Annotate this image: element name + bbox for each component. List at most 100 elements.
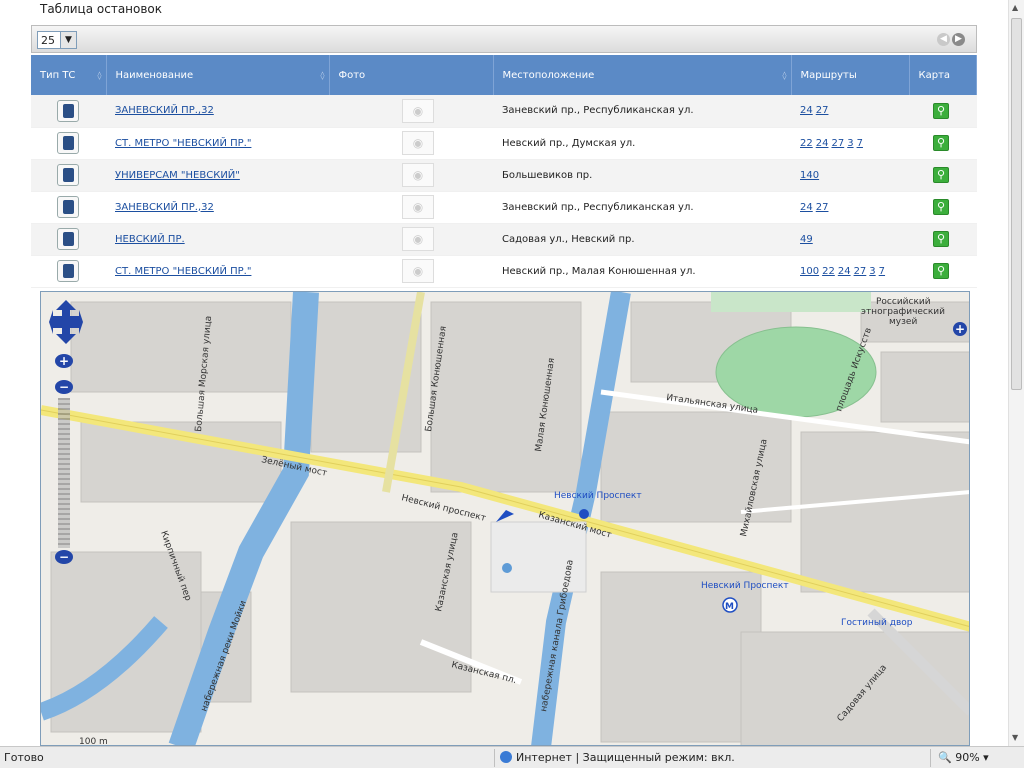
scrollbar-thumb[interactable] — [1011, 18, 1022, 390]
route-link[interactable]: 7 — [879, 266, 885, 277]
stop-name-link[interactable]: ЗАНЕВСКИЙ ПР.,32 — [115, 105, 214, 116]
bus-icon — [57, 228, 79, 250]
table-row: ЗАНЕВСКИЙ ПР.,32 ◉ Заневский пр., Республи… — [31, 191, 977, 224]
camera-icon[interactable]: ◉ — [402, 195, 434, 219]
bus-icon — [57, 164, 79, 186]
table-row: ЗАНЕВСКИЙ ПР.,32 ◉ Заневский пр., Республи… — [31, 95, 977, 128]
magnifier-icon: 🔍 — [938, 751, 952, 764]
zoom-level[interactable]: 🔍 90% ▾ — [938, 751, 989, 764]
stop-name-link[interactable]: НЕВСКИЙ ПР. — [115, 234, 185, 245]
column-header-location[interactable]: Местоположение ◊ — [493, 55, 792, 95]
zoom-out-mini-icon[interactable]: − — [55, 380, 73, 394]
route-link[interactable]: 7 — [857, 138, 863, 149]
route-link[interactable]: 49 — [800, 234, 813, 245]
header-label: Наименование — [115, 69, 194, 81]
scroll-up-icon[interactable]: ▲ — [1012, 3, 1018, 12]
location-cell: Большевиков пр. — [493, 159, 791, 192]
stop-name-link[interactable]: СТ. МЕТРО "НЕВСКИЙ ПР." — [115, 138, 251, 149]
security-zone-label: Интернет | Защищенный режим: вкл. — [516, 751, 735, 764]
route-link[interactable]: 24 — [800, 105, 813, 116]
route-link[interactable]: 3 — [847, 138, 853, 149]
map-label-metro-1: Невский Проспект — [554, 491, 642, 501]
map-search-icon[interactable]: ⚲ — [933, 231, 949, 247]
map-canvas[interactable]: M Невский проспект Казанский мост Зелёны… — [41, 292, 970, 746]
map-label-nevsky: Невский проспект — [400, 493, 487, 524]
camera-icon[interactable]: ◉ — [402, 227, 434, 251]
sort-icon: ◊ — [320, 71, 325, 80]
photo-cell: ◉ — [329, 191, 493, 224]
route-link[interactable]: 27 — [854, 266, 867, 277]
page: Таблица остановок 25 ▼ ◀ ▶ Тип ТС ◊ Наиме… — [0, 0, 1024, 768]
column-header-name[interactable]: Наименование ◊ — [106, 55, 330, 95]
route-link[interactable]: 27 — [831, 138, 844, 149]
route-link[interactable]: 24 — [838, 266, 851, 277]
status-divider — [930, 749, 931, 767]
arrow-right-icon[interactable]: ▶ — [952, 33, 965, 46]
camera-icon[interactable]: ◉ — [402, 259, 434, 283]
stop-name-link[interactable]: УНИВЕРСАМ "НЕВСКИЙ" — [115, 170, 240, 181]
route-link[interactable]: 24 — [816, 138, 829, 149]
header-label: Маршруты — [800, 69, 857, 81]
map-search-icon[interactable]: ⚲ — [933, 135, 949, 151]
name-cell: ЗАНЕВСКИЙ ПР.,32 — [106, 95, 329, 128]
zoom-slider[interactable] — [58, 398, 70, 548]
photo-cell: ◉ — [329, 255, 493, 288]
type-cell — [31, 255, 106, 288]
zoom-level-value: 90% — [955, 751, 980, 764]
name-cell: СТ. МЕТРО "НЕВСКИЙ ПР." — [106, 127, 329, 160]
page-size-select[interactable]: 25 ▼ — [37, 31, 77, 49]
photo-cell: ◉ — [329, 95, 493, 128]
map-label-museum-2: этнографический — [861, 307, 945, 317]
status-divider — [494, 749, 495, 767]
zoom-out-icon[interactable]: − — [55, 550, 73, 564]
route-link[interactable]: 22 — [822, 266, 835, 277]
map-search-icon[interactable]: ⚲ — [933, 263, 949, 279]
map-view[interactable]: M Невский проспект Казанский мост Зелёны… — [40, 291, 970, 746]
column-header-routes: Маршруты — [791, 55, 910, 95]
route-link[interactable]: 24 — [800, 202, 813, 213]
stop-name-link[interactable]: СТ. МЕТРО "НЕВСКИЙ ПР." — [115, 266, 251, 277]
route-link[interactable]: 27 — [816, 202, 829, 213]
stops-table: Тип ТС ◊ Наименование ◊ Фото Местоположени… — [31, 55, 977, 288]
map-pan-control[interactable] — [49, 300, 83, 344]
camera-icon[interactable]: ◉ — [402, 163, 434, 187]
routes-cell: 24 27 — [791, 191, 909, 224]
arrow-left-icon[interactable]: ◀ — [937, 33, 950, 46]
route-link[interactable]: 22 — [800, 138, 813, 149]
camera-icon[interactable]: ◉ — [402, 98, 434, 123]
stop-name-link[interactable]: ЗАНЕВСКИЙ ПР.,32 — [115, 202, 214, 213]
scroll-down-icon[interactable]: ▼ — [1012, 733, 1018, 742]
camera-icon[interactable]: ◉ — [402, 131, 434, 155]
column-header-type[interactable]: Тип ТС ◊ — [31, 55, 107, 95]
expand-icon[interactable]: + — [953, 322, 967, 336]
route-link[interactable]: 140 — [800, 170, 819, 181]
map-label-gostiny: Гостиный двор — [841, 618, 913, 628]
photo-cell: ◉ — [329, 159, 493, 192]
routes-cell: 140 — [791, 159, 909, 192]
page-title: Таблица остановок — [40, 2, 163, 16]
zoom-in-icon[interactable]: + — [55, 354, 73, 368]
status-bar: Готово Интернет | Защищенный режим: вкл.… — [0, 746, 1024, 768]
map-search-icon[interactable]: ⚲ — [933, 102, 949, 119]
bus-icon — [57, 132, 79, 154]
globe-icon — [500, 751, 512, 763]
route-link[interactable]: 27 — [816, 105, 829, 116]
map-zoom-control[interactable]: + − − — [55, 354, 73, 564]
bus-icon — [57, 260, 79, 282]
map-search-icon[interactable]: ⚲ — [933, 167, 949, 183]
location-cell: Невский пр., Думская ул. — [493, 127, 791, 160]
route-link[interactable]: 100 — [800, 266, 819, 277]
map-search-icon[interactable]: ⚲ — [933, 199, 949, 215]
chevron-down-icon[interactable]: ▼ — [60, 32, 76, 48]
table-header-row: Тип ТС ◊ Наименование ◊ Фото Местоположени… — [31, 55, 977, 95]
photo-cell: ◉ — [329, 127, 493, 160]
location-cell: Заневский пр., Республиканская ул. — [493, 95, 791, 128]
photo-cell: ◉ — [329, 223, 493, 256]
route-link[interactable]: 3 — [869, 266, 875, 277]
header-label: Тип ТС — [40, 69, 76, 81]
sort-icon: ◊ — [782, 71, 787, 80]
vertical-scrollbar[interactable]: ▲ ▼ — [1008, 0, 1024, 746]
table-row: СТ. МЕТРО "НЕВСКИЙ ПР." ◉ Невский пр., Дум… — [31, 127, 977, 160]
map-label-metro-2: Невский Проспект — [701, 581, 789, 591]
bus-icon — [57, 99, 79, 122]
